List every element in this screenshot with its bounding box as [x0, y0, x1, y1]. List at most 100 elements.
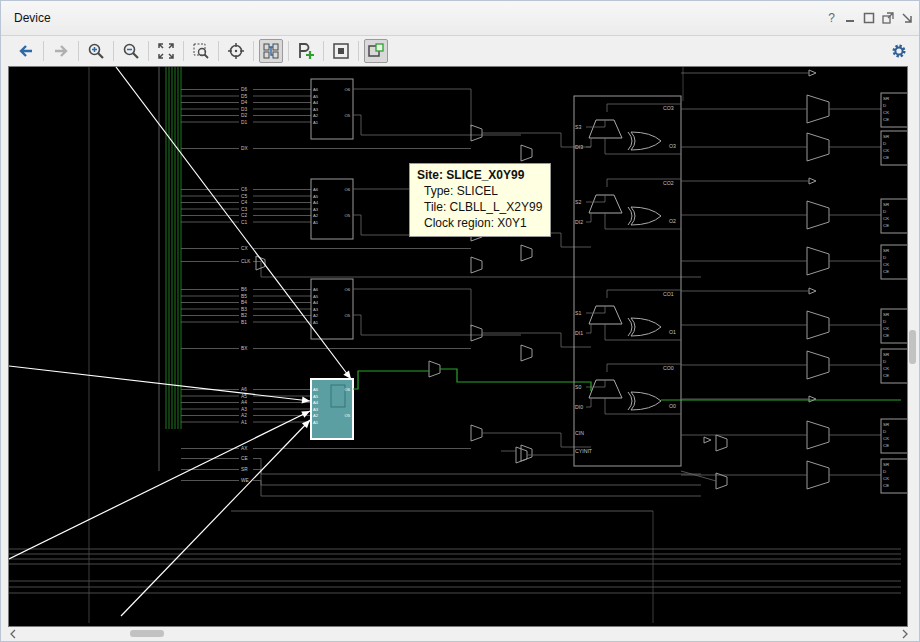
buffer	[809, 70, 816, 76]
mux	[471, 257, 482, 273]
lut-pin-label: A3	[313, 407, 319, 412]
zoom-area-button[interactable]	[189, 39, 213, 63]
wire	[253, 470, 701, 486]
wire	[253, 148, 471, 149]
wire	[181, 480, 239, 481]
wire	[253, 309, 311, 310]
routing-line	[683, 67, 684, 101]
site-tooltip: Site: SLICE_X0Y99Type: SLICELTile: CLBLL…	[409, 163, 551, 237]
routing-line	[231, 511, 653, 512]
pin-label: WE	[241, 478, 249, 483]
wire	[181, 209, 239, 210]
xor-gate	[628, 392, 661, 410]
zoom-fit-button[interactable]	[154, 39, 178, 63]
center-button[interactable]	[224, 39, 248, 63]
lut-pin-label: A6	[313, 287, 319, 292]
flip-flop[interactable]	[881, 199, 908, 233]
routing-line	[9, 559, 901, 560]
carry-pin-label: S3	[575, 124, 581, 130]
toolbar-separator	[288, 41, 289, 61]
wire	[607, 290, 681, 298]
carry-pin-label: CYINIT	[575, 448, 593, 454]
maximize-icon[interactable]	[863, 12, 875, 24]
mux	[521, 245, 532, 261]
lut-pin-label: A2	[313, 313, 319, 318]
pblock-icon	[297, 42, 315, 60]
pin-label: C4	[241, 200, 247, 205]
flip-flop[interactable]	[881, 419, 908, 453]
wire	[605, 138, 681, 154]
lut[interactable]	[311, 279, 353, 339]
toggle-button[interactable]	[364, 39, 388, 63]
flip-flop[interactable]	[881, 459, 908, 493]
back-button[interactable]	[14, 39, 38, 63]
routing-line	[653, 511, 654, 623]
zoom-in-button[interactable]	[84, 39, 108, 63]
zoom-out-button[interactable]	[119, 39, 143, 63]
device-view[interactable]: D6D5D4D3D2D1DXA6A5A4A3A2A1O6O5C6C5C4C3C2…	[9, 67, 908, 627]
wire	[586, 380, 605, 387]
mux	[716, 473, 727, 489]
tooltip-title: Site: SLICE_X0Y99	[417, 167, 542, 183]
lut-pin-label: A5	[313, 94, 319, 99]
vertical-scroll-thumb[interactable]	[909, 330, 916, 364]
pin-label: D6	[241, 87, 247, 92]
flip-flop[interactable]	[881, 309, 908, 343]
lut[interactable]	[311, 79, 353, 139]
minimize-icon[interactable]	[844, 12, 856, 24]
wire	[181, 296, 239, 297]
wire	[607, 364, 681, 372]
lut[interactable]	[311, 179, 353, 239]
buffer	[704, 437, 711, 443]
route-arrow	[301, 411, 310, 418]
restore-icon[interactable]	[901, 12, 913, 24]
output-mux	[807, 351, 829, 379]
routing-line	[159, 67, 160, 471]
forward-icon	[52, 42, 70, 60]
horizontal-scroll-thumb[interactable]	[130, 630, 164, 637]
mux	[516, 447, 527, 463]
wire	[253, 196, 311, 197]
help-button[interactable]: ?	[826, 11, 837, 25]
output-mux	[807, 247, 829, 275]
flip-flop[interactable]	[881, 93, 908, 127]
lut-pin-label: O6	[344, 387, 350, 392]
device-canvas[interactable]: D6D5D4D3D2D1DXA6A5A4A3A2A1O6O5C6C5C4C3C2…	[8, 66, 908, 627]
ff-pin-label: SR	[883, 248, 889, 253]
carry-pin-label: DI3	[575, 144, 583, 150]
scroll-right-icon[interactable]	[901, 629, 909, 639]
mux	[471, 325, 482, 341]
float-icon[interactable]	[882, 12, 894, 24]
flip-flop[interactable]	[881, 131, 908, 165]
vertical-scrollbar[interactable]	[908, 66, 918, 627]
carry-mux	[589, 306, 622, 324]
lut-pin-label: O5	[344, 313, 350, 318]
box-button[interactable]	[329, 39, 353, 63]
carry-chain[interactable]	[574, 96, 681, 466]
flip-flop[interactable]	[881, 349, 908, 383]
pin-label: C2	[241, 213, 247, 218]
scroll-left-icon[interactable]	[9, 629, 17, 639]
pin-label: D1	[241, 120, 247, 125]
buffer	[809, 178, 816, 184]
routing-button[interactable]	[259, 39, 283, 63]
flip-flop[interactable]	[881, 245, 908, 279]
toolbar	[1, 36, 919, 66]
lut-pin-label: O5	[344, 413, 350, 418]
wire	[586, 120, 605, 127]
wire	[253, 262, 701, 278]
selected-route	[9, 366, 310, 401]
settings-button[interactable]	[887, 39, 911, 63]
pin-label: A2	[241, 413, 247, 418]
horizontal-scrollbar[interactable]	[1, 627, 919, 641]
wire	[181, 409, 239, 410]
toggle-icon	[367, 42, 385, 60]
wire	[353, 115, 521, 135]
forward-button[interactable]	[49, 39, 73, 63]
lut-pin-label: A6	[313, 87, 319, 92]
wire	[681, 109, 807, 110]
lut[interactable]	[311, 379, 353, 439]
wire	[681, 291, 809, 292]
pblock-button[interactable]	[294, 39, 318, 63]
wire	[353, 89, 471, 127]
